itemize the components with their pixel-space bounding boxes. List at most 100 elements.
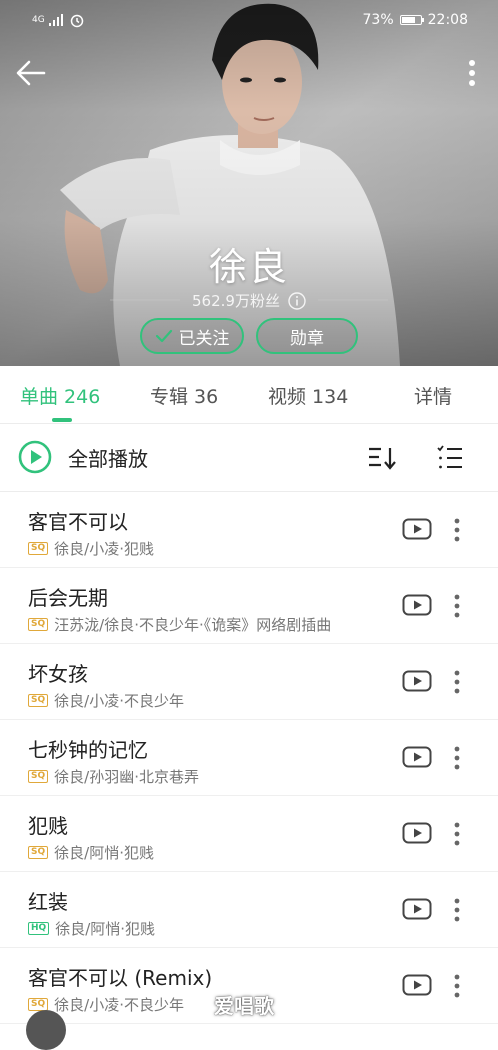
more-vertical-icon (454, 670, 460, 694)
battery-percent: 73% (362, 12, 394, 28)
follow-label: 已关注 (178, 328, 230, 349)
song-meta: SQ 徐良/孙羽幽·北京巷弄 (28, 766, 199, 787)
battery-icon (399, 15, 424, 25)
tab-videos[interactable]: 视频 134 (268, 382, 348, 409)
play-circle-icon (18, 440, 52, 474)
medal-button[interactable]: 勋章 (256, 318, 358, 354)
multi-select-button[interactable] (436, 444, 464, 472)
song-subtitle: 徐良/小凌·不良少年 (54, 692, 184, 710)
info-icon[interactable] (288, 291, 306, 310)
multi-select-icon (437, 445, 462, 469)
back-button[interactable] (14, 56, 48, 90)
song-subtitle: 徐良/小凌·不良少年 (54, 996, 184, 1014)
song-list: 客官不可以 SQ 徐良/小凌·犯贱 后会无期 SQ 汪苏泷/徐良·不良少年·《诡… (0, 492, 498, 1024)
signal-icon (48, 14, 63, 26)
status-left: 4G (32, 12, 85, 28)
sort-icon (369, 447, 396, 470)
song-title: 犯贱 (28, 814, 68, 838)
watermark: 爱唱歌 (214, 994, 274, 1018)
fans-count: 562.9万粉丝 (192, 292, 280, 310)
song-title: 后会无期 (28, 586, 108, 610)
song-more-button[interactable] (448, 744, 466, 772)
song-meta: SQ 徐良/阿悄·犯贱 (28, 842, 154, 863)
song-row[interactable]: 七秒钟的记忆 SQ 徐良/孙羽幽·北京巷弄 (0, 720, 498, 796)
song-title: 坏女孩 (28, 662, 88, 686)
song-subtitle: 汪苏泷/徐良·不良少年·《诡案》网络剧插曲 (54, 616, 332, 634)
more-vertical-icon (454, 594, 460, 618)
tab-bar: 单曲 246 专辑 36 视频 134 详情 (0, 366, 498, 424)
song-row[interactable]: 客官不可以 SQ 徐良/小凌·犯贱 (0, 492, 498, 568)
mv-play-icon (402, 898, 432, 920)
quality-badge: HQ (28, 922, 50, 935)
song-row[interactable]: 后会无期 SQ 汪苏泷/徐良·不良少年·《诡案》网络剧插曲 (0, 568, 498, 644)
song-more-button[interactable] (448, 668, 466, 696)
song-meta: SQ 汪苏泷/徐良·不良少年·《诡案》网络剧插曲 (28, 614, 331, 635)
song-title: 红装 (28, 890, 68, 914)
more-vertical-icon (454, 518, 460, 542)
quality-badge: SQ (28, 694, 49, 707)
song-row[interactable]: 坏女孩 SQ 徐良/小凌·不良少年 (0, 644, 498, 720)
tab-singles[interactable]: 单曲 246 (20, 382, 100, 409)
clock: 22:08 (427, 12, 468, 28)
more-vertical-icon (469, 60, 475, 86)
more-vertical-icon (454, 746, 460, 770)
song-title: 客官不可以 (Remix) (28, 966, 213, 990)
song-subtitle: 徐良/小凌·犯贱 (54, 540, 154, 558)
mv-button[interactable] (402, 974, 432, 996)
song-subtitle: 徐良/阿悄·犯贱 (54, 844, 154, 862)
back-arrow-icon (16, 60, 46, 86)
quality-badge: SQ (28, 770, 49, 783)
more-vertical-icon (454, 898, 460, 922)
song-title: 七秒钟的记忆 (28, 738, 148, 762)
song-row[interactable]: 红装 HQ 徐良/阿悄·犯贱 (0, 872, 498, 948)
artist-name: 徐良 (208, 245, 289, 289)
medal-label: 勋章 (290, 328, 324, 349)
song-more-button[interactable] (448, 516, 466, 544)
song-more-button[interactable] (448, 592, 466, 620)
tab-details[interactable]: 详情 (414, 382, 452, 409)
mv-button[interactable] (402, 670, 432, 692)
more-vertical-icon (454, 822, 460, 846)
fans-row: 562.9万粉丝 (0, 290, 498, 311)
mv-play-icon (402, 518, 432, 540)
mv-button[interactable] (402, 822, 432, 844)
quality-badge: SQ (28, 618, 49, 631)
mv-play-icon (402, 974, 432, 996)
battery-fill (401, 17, 415, 23)
song-subtitle: 徐良/阿悄·犯贱 (55, 920, 156, 938)
more-vertical-icon (454, 974, 460, 998)
mv-button[interactable] (402, 518, 432, 540)
song-subtitle: 徐良/孙羽幽·北京巷弄 (54, 768, 199, 786)
song-meta: HQ 徐良/阿悄·犯贱 (28, 918, 155, 939)
song-meta: SQ 徐良/小凌·不良少年 (28, 690, 184, 711)
alarm-icon (70, 14, 83, 28)
mv-button[interactable] (402, 746, 432, 768)
mini-player-avatar[interactable] (26, 1010, 66, 1050)
mv-play-icon (402, 594, 432, 616)
follow-button[interactable]: 已关注 (140, 318, 244, 354)
tab-albums[interactable]: 专辑 36 (150, 382, 218, 409)
song-more-button[interactable] (448, 972, 466, 1000)
mv-button[interactable] (402, 898, 432, 920)
status-bar: 4G 73% 22:08 (0, 0, 498, 40)
play-all-row: 全部播放 (0, 424, 498, 492)
check-icon (155, 329, 172, 343)
network-type: 4G (32, 14, 45, 25)
mv-play-icon (402, 746, 432, 768)
play-all-label: 全部播放 (68, 446, 148, 471)
song-title: 客官不可以 (28, 510, 128, 534)
song-meta: SQ 徐良/小凌·犯贱 (28, 538, 154, 559)
mv-button[interactable] (402, 594, 432, 616)
song-more-button[interactable] (448, 820, 466, 848)
song-more-button[interactable] (448, 896, 466, 924)
active-tab-indicator (52, 418, 72, 422)
quality-badge: SQ (28, 846, 49, 859)
hero-overlay (0, 0, 498, 366)
song-row[interactable]: 犯贱 SQ 徐良/阿悄·犯贱 (0, 796, 498, 872)
sort-button[interactable] (366, 444, 398, 472)
more-options-button[interactable] (462, 58, 482, 90)
mv-play-icon (402, 670, 432, 692)
artist-header: 4G 73% 22:08 徐良 562.9万粉丝 已关注 勋章 (0, 0, 498, 366)
mv-play-icon (402, 822, 432, 844)
play-all-button[interactable]: 全部播放 (18, 440, 148, 474)
